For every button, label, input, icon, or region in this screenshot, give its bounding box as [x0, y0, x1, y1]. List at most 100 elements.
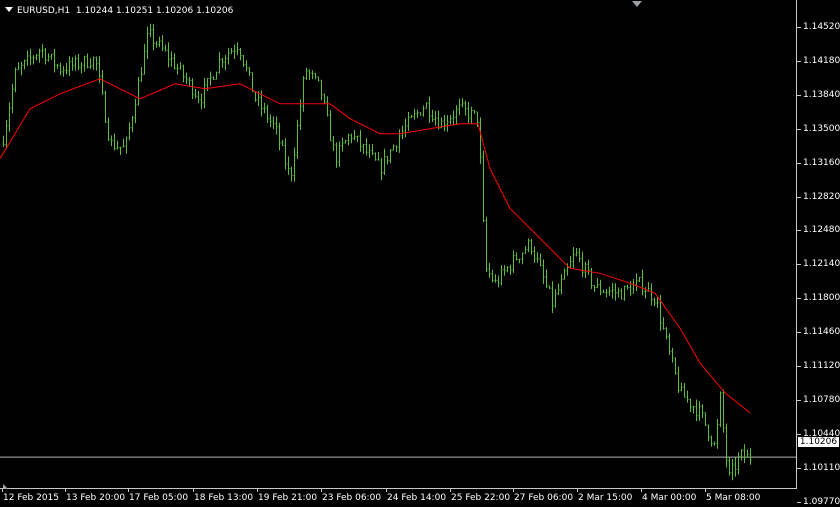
ohlc-bar: [161, 35, 164, 51]
ohlc-bar: [725, 423, 728, 468]
price-label: 1.12480: [803, 225, 840, 236]
ohlc-bar: [491, 269, 494, 283]
ohlc-bar: [251, 72, 254, 93]
ohlc-bar: [173, 53, 176, 70]
price-label: 1.13160: [803, 157, 840, 168]
ohlc-bar: [563, 268, 566, 280]
price-tick: [797, 128, 801, 130]
ohlc-bar: [83, 55, 86, 72]
ohlc-bar: [500, 265, 503, 286]
ohlc-bar: [650, 283, 653, 306]
price-label: 1.11120: [803, 361, 840, 371]
ohlc-bar: [167, 42, 170, 68]
ohlc-bar: [176, 63, 179, 75]
ohlc-bar: [443, 114, 446, 132]
ohlc-bar: [104, 90, 107, 123]
ohlc-bar: [599, 279, 602, 296]
ohlc-bar: [65, 63, 68, 75]
ohlc-bar: [221, 57, 224, 68]
ohlc-bar: [8, 102, 11, 132]
ohlc-bar: [509, 264, 512, 275]
ohlc-bar: [587, 259, 590, 275]
ohlc-bar: [191, 78, 194, 100]
ohlc-bar: [179, 62, 182, 70]
ohlc-bar: [35, 54, 38, 61]
ohlc-bar: [554, 289, 557, 308]
ohlc-bar: [713, 441, 716, 446]
ohlc-bar: [530, 238, 533, 255]
chart-shift-marker-icon[interactable]: [632, 1, 642, 7]
ohlc-bar: [575, 248, 578, 257]
ohlc-bar: [389, 149, 392, 164]
price-label: 1.14180: [803, 55, 840, 66]
ohlc-bar: [23, 59, 26, 70]
ohlc-bar: [377, 152, 380, 161]
ohlc-bar: [680, 382, 683, 392]
ohlc-bar: [119, 146, 122, 156]
ohlc-bar: [542, 259, 545, 285]
ohlc-bar: [590, 267, 593, 290]
ohlc-bar: [80, 62, 83, 74]
ohlc-bar: [479, 117, 482, 164]
ohlc-bar: [413, 108, 416, 120]
collapse-arrow-icon[interactable]: [5, 7, 13, 12]
ohlc-bar: [248, 67, 251, 76]
ohlc-bar: [158, 36, 161, 48]
ohlc-bar: [101, 70, 104, 95]
ohlc-bar: [584, 261, 587, 279]
ohlc-bar: [26, 50, 29, 66]
ohlc-bar: [434, 111, 437, 126]
ohlc-bar: [290, 166, 293, 182]
ohlc-bar: [185, 72, 188, 84]
ohlc-bar: [719, 391, 722, 428]
ohlc-bar: [392, 144, 395, 151]
ohlc-bar: [422, 105, 425, 117]
ohlc-bar: [341, 137, 344, 152]
ohlc-bar: [152, 24, 155, 51]
ohlc-bar: [305, 67, 308, 80]
ohlc-bar: [356, 135, 359, 143]
ohlc-bar: [116, 140, 119, 150]
time-label: 12 Feb 2015: [3, 493, 60, 503]
ohlc-bar: [740, 448, 743, 461]
ohlc-bar: [497, 275, 500, 288]
ohlc-bar: [710, 435, 713, 447]
ohlc-bar: [668, 333, 671, 355]
ohlc-bar: [122, 138, 125, 148]
ohlc-bar: [737, 452, 740, 475]
ohlc-bar: [386, 155, 389, 165]
ohlc-bar: [95, 56, 98, 71]
ohlc-bar: [578, 248, 581, 263]
ohlc-bar: [698, 401, 701, 422]
chart-window[interactable]: EURUSD,H1 1.10244 1.10251 1.10206 1.1020…: [0, 0, 840, 507]
ohlc-bar: [32, 55, 35, 65]
ohlc-bar: [749, 448, 752, 465]
ohlc-bar: [263, 102, 266, 114]
ohlc-bar: [314, 72, 317, 80]
time-label: 13 Feb 20:00: [66, 493, 126, 503]
ohlc-bar: [212, 76, 215, 80]
price-tick: [797, 264, 801, 266]
ohlc-bar: [140, 66, 143, 82]
ohlc-bars: [2, 23, 752, 481]
bid-price-tag: 1.10206: [798, 437, 839, 447]
time-label: 23 Feb 06:00: [322, 493, 382, 503]
ohlc-bar: [113, 133, 116, 151]
ohlc-bar: [206, 77, 209, 92]
ohlc-bar: [347, 133, 350, 146]
ohlc-bar: [383, 148, 386, 175]
ohlc-bar: [137, 76, 140, 106]
ohlc-bar: [494, 274, 497, 283]
ohlc-bar: [194, 89, 197, 99]
ohlc-bar: [452, 110, 455, 126]
ohlc-bar: [209, 71, 212, 86]
ohlc-bar: [419, 112, 422, 116]
ohlc-bar: [449, 115, 452, 125]
time-label: 18 Feb 13:00: [194, 493, 254, 503]
ohlc-bar: [89, 58, 92, 69]
ohlc-bar: [701, 404, 704, 419]
ohlc-bar: [665, 327, 668, 340]
ohlc-bar: [71, 57, 74, 71]
ohlc-bar: [656, 297, 659, 308]
price-tick: [797, 60, 801, 62]
